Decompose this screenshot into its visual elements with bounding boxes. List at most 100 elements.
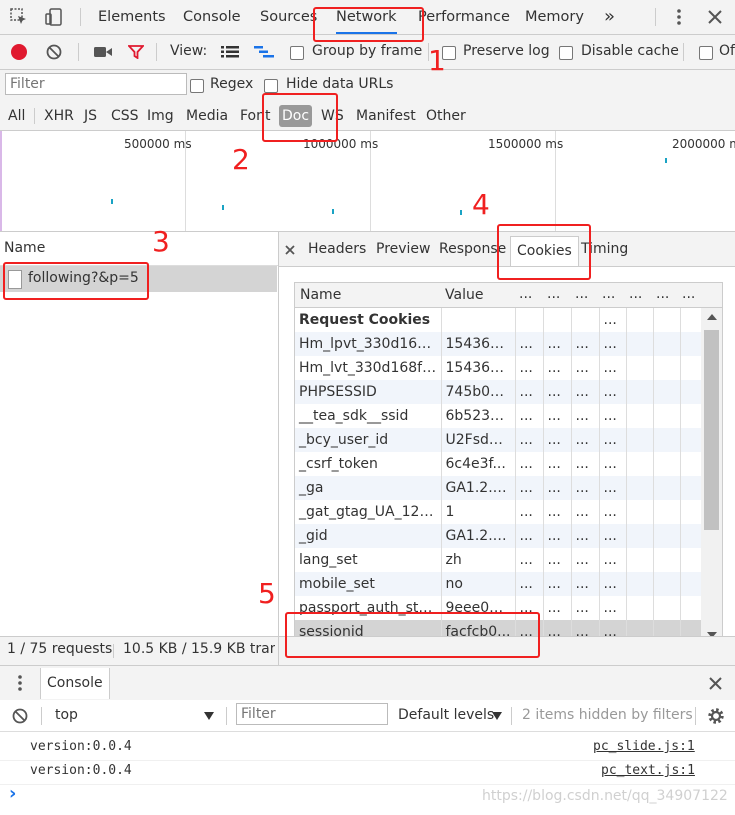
network-toolbar: View: Group by frame Preserve log Disabl… — [0, 35, 735, 70]
tab-sources[interactable]: Sources — [260, 0, 317, 34]
type-filter-ws[interactable]: WS — [321, 104, 344, 128]
devtools-main-toolbar: Elements Console Sources Network Perform… — [0, 0, 735, 35]
name-column-header[interactable]: Name — [4, 240, 45, 256]
timeline-tick-label: 2000000 ms — [672, 137, 735, 151]
column-header-more[interactable]: ... — [547, 286, 560, 302]
record-icon[interactable] — [11, 44, 27, 60]
cookie-row[interactable]: _csrf_token 6c4e3f............... — [295, 452, 701, 476]
type-filter-font[interactable]: Font — [240, 104, 270, 128]
console-settings-gear-icon[interactable] — [707, 707, 725, 725]
console-message-source-link[interactable]: pc_slide.js:1 — [593, 739, 695, 754]
tab-cookies[interactable]: Cookies — [510, 236, 579, 266]
console-prompt-icon[interactable]: › — [9, 783, 16, 804]
type-filter-img[interactable]: Img — [147, 104, 174, 128]
clear-console-icon[interactable] — [12, 708, 28, 724]
type-filter-css[interactable]: CSS — [111, 104, 139, 128]
drawer-toolbar: Console — [0, 665, 735, 701]
regex-checkbox[interactable] — [190, 79, 204, 93]
column-header-more[interactable]: ... — [656, 286, 669, 302]
column-header-name[interactable]: Name — [300, 287, 341, 303]
log-levels-dropdown[interactable]: Default levels — [398, 707, 494, 723]
tab-console[interactable]: Console — [183, 0, 241, 34]
console-message: version:0.0.4 pc_text.js:1 — [0, 760, 735, 785]
hidden-items-text: 2 items hidden by filters — [522, 707, 693, 723]
close-detail-icon[interactable] — [285, 243, 295, 255]
column-header-more[interactable]: ... — [519, 286, 532, 302]
console-filter-input[interactable] — [236, 703, 388, 725]
type-filter-js[interactable]: JS — [84, 104, 97, 128]
console-message-source-link[interactable]: pc_text.js:1 — [601, 763, 695, 778]
column-header-more[interactable]: ... — [602, 286, 615, 302]
request-detail-pane: Headers Preview Response Cookies Timing … — [279, 232, 735, 648]
close-drawer-icon[interactable] — [709, 677, 722, 690]
large-rows-icon[interactable] — [221, 46, 239, 58]
timeline-request-mark — [332, 209, 334, 214]
tab-response[interactable]: Response — [439, 241, 506, 257]
request-count: 1 / 75 requests — [7, 641, 113, 657]
close-icon[interactable] — [708, 10, 722, 24]
column-header-more[interactable]: ... — [629, 286, 642, 302]
cookie-row[interactable]: _gat_gtag_UA_121... 1............ — [295, 500, 701, 524]
request-row[interactable]: following?&p=5 — [0, 266, 277, 292]
column-header-more[interactable]: ... — [682, 286, 695, 302]
device-toolbar-icon[interactable] — [44, 7, 64, 27]
cookie-row[interactable]: _bcy_user_id U2FsdG............... — [295, 428, 701, 452]
scrollbar-thumb[interactable] — [704, 330, 719, 530]
inspect-element-icon[interactable] — [10, 8, 28, 26]
vertical-scrollbar[interactable] — [701, 308, 722, 647]
type-filter-xhr[interactable]: XHR — [44, 104, 74, 128]
preserve-log-label: Preserve log — [463, 43, 550, 59]
tab-timing[interactable]: Timing — [581, 241, 628, 257]
clear-icon[interactable] — [46, 44, 62, 60]
drawer-menu-icon[interactable] — [17, 675, 23, 691]
hide-data-urls-checkbox[interactable] — [264, 79, 278, 93]
annotation-number-2: 2 — [232, 143, 250, 176]
offline-checkbox[interactable] — [699, 46, 713, 60]
cookie-row[interactable]: passport_auth_sta... 9eee05..............… — [295, 596, 701, 620]
scroll-up-arrow-icon[interactable] — [707, 314, 717, 320]
watermark-text: https://blog.csdn.net/qq_34907122 — [482, 788, 728, 804]
offline-label: Of — [719, 43, 735, 59]
type-filter-manifest[interactable]: Manifest — [356, 104, 416, 128]
context-dropdown-arrow-icon[interactable] — [204, 712, 214, 720]
cookie-row[interactable]: Hm_lpvt_330d168f... 154368............... — [295, 332, 701, 356]
request-cookies-section: Request Cookies... — [295, 308, 701, 332]
cookie-row[interactable]: lang_set zh............ — [295, 548, 701, 572]
cookie-row[interactable]: _gid GA1.2.1............... — [295, 524, 701, 548]
annotation-number-1: 1 — [428, 44, 446, 77]
column-header-more[interactable]: ... — [575, 286, 588, 302]
tab-performance[interactable]: Performance — [418, 0, 510, 34]
console-toolbar: top Default levels 2 items hidden by fil… — [0, 700, 735, 732]
tab-elements[interactable]: Elements — [98, 0, 166, 34]
filter-funnel-icon[interactable] — [126, 45, 146, 60]
cookie-row[interactable]: __tea_sdk__ssid 6b5238............... — [295, 404, 701, 428]
type-filter-media[interactable]: Media — [186, 104, 228, 128]
group-by-frame-checkbox[interactable] — [290, 46, 304, 60]
annotation-number-3: 3 — [152, 225, 170, 258]
cookie-row[interactable]: PHPSESSID 745b0b............... — [295, 380, 701, 404]
type-filter-other[interactable]: Other — [426, 104, 466, 128]
cookie-row[interactable]: mobile_set no............ — [295, 572, 701, 596]
waterfall-overview-icon[interactable] — [254, 45, 274, 59]
timeline-tick-label: 1000000 ms — [303, 137, 379, 151]
disable-cache-checkbox[interactable] — [559, 46, 573, 60]
context-selector[interactable]: top — [55, 707, 78, 723]
timeline-overview[interactable]: 500000 ms 1000000 ms 1500000 ms 2000000 … — [0, 131, 735, 232]
video-camera-icon[interactable] — [94, 46, 112, 58]
more-tabs-icon[interactable]: » — [604, 0, 615, 34]
timeline-request-mark — [665, 158, 667, 163]
cookie-row[interactable]: Hm_lvt_330d168f9... 154368............... — [295, 356, 701, 380]
type-filter-doc[interactable]: Doc — [279, 105, 313, 127]
tab-memory[interactable]: Memory — [525, 0, 584, 34]
tab-network[interactable]: Network — [336, 0, 397, 34]
levels-dropdown-arrow-icon[interactable] — [492, 712, 502, 720]
drawer-tab-console[interactable]: Console — [40, 668, 110, 699]
column-header-value[interactable]: Value — [445, 287, 483, 303]
filter-input[interactable] — [5, 73, 187, 95]
tab-preview[interactable]: Preview — [376, 241, 431, 257]
view-label: View: — [170, 43, 208, 59]
kebab-menu-icon[interactable] — [676, 9, 682, 25]
tab-headers[interactable]: Headers — [308, 241, 366, 257]
cookie-row[interactable]: _ga GA1.2.1............... — [295, 476, 701, 500]
type-filter-all[interactable]: All — [8, 104, 25, 128]
